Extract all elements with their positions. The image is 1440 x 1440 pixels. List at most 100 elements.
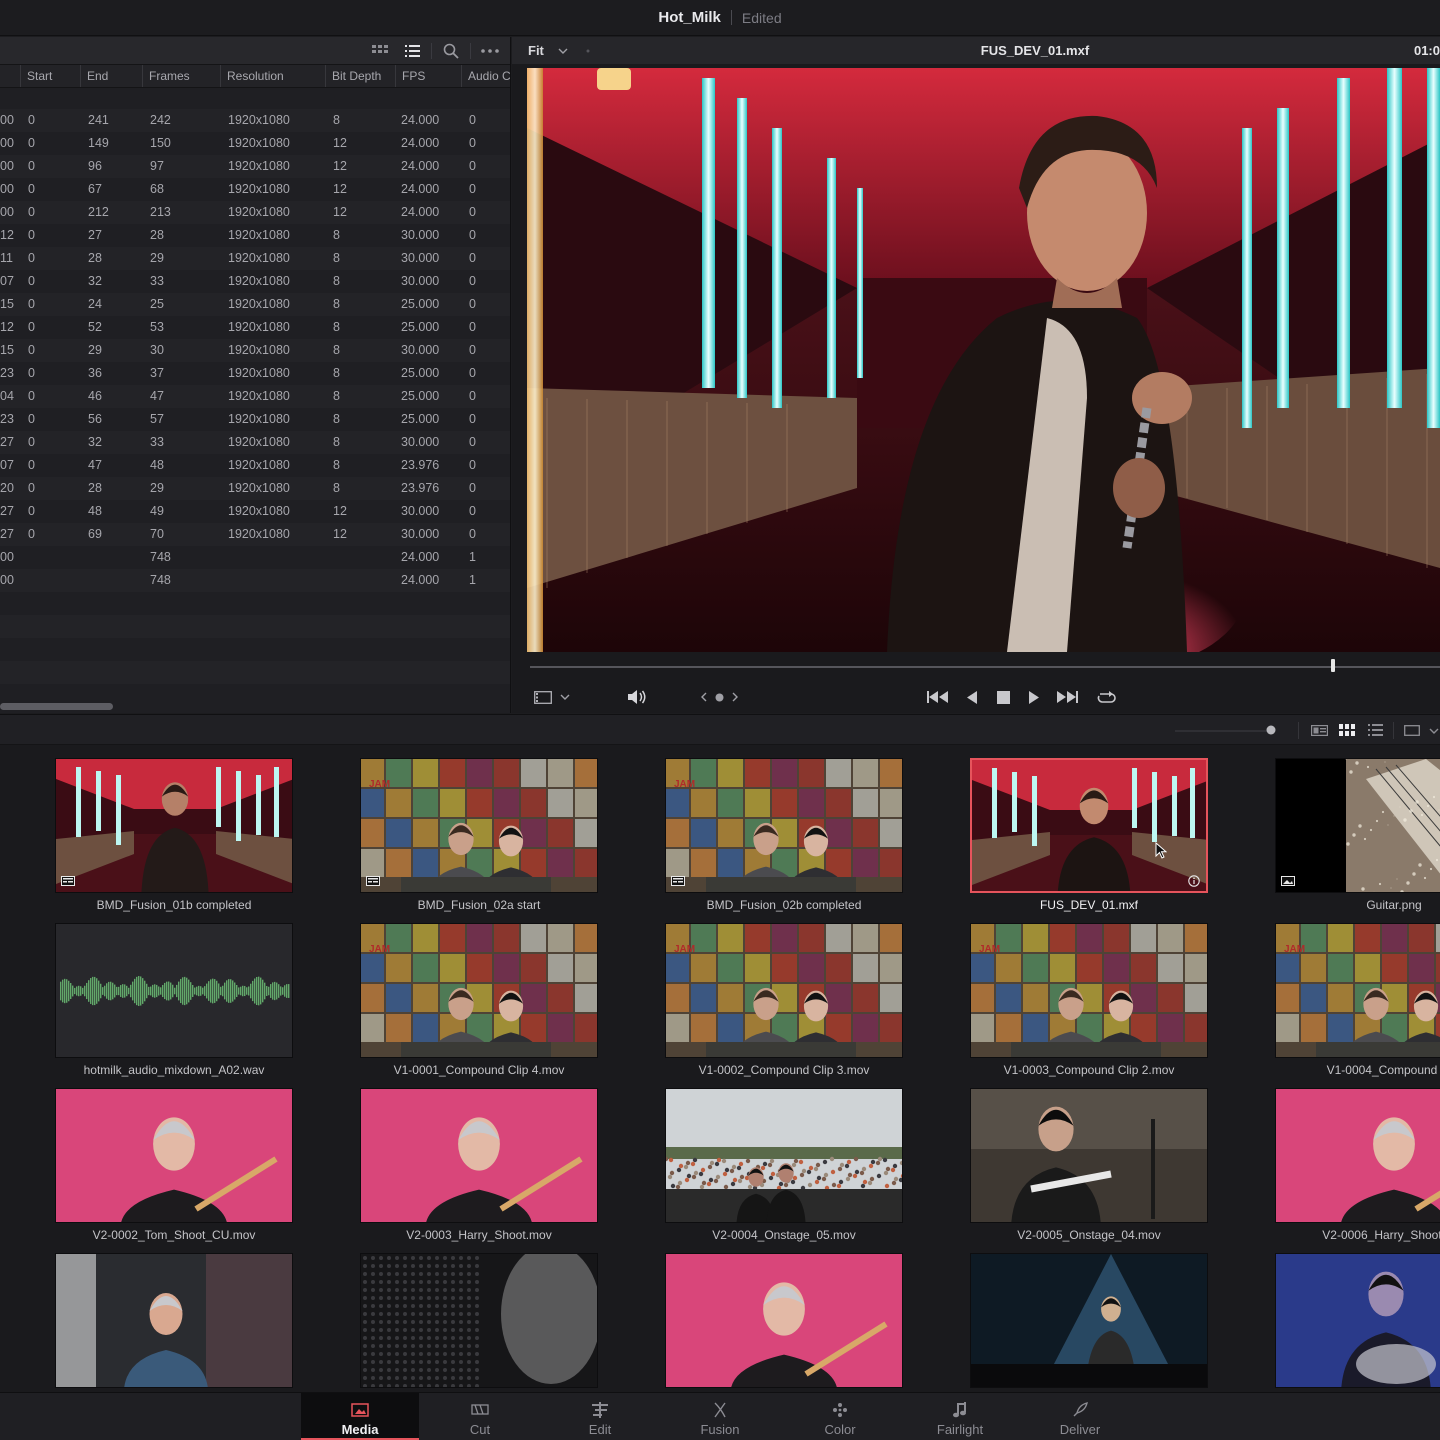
clip-thumbnail[interactable]: [665, 1253, 903, 1388]
scrubber-playhead[interactable]: [1330, 659, 1335, 672]
table-row[interactable]: 12 0 27 28 1920x1080 8 30.000 0: [0, 224, 510, 247]
column-header-end[interactable]: End: [80, 65, 142, 87]
table-row[interactable]: 11 0 28 29 1920x1080 8 30.000 0: [0, 247, 510, 270]
list-view-icon[interactable]: [1368, 724, 1383, 736]
clip-thumbnail[interactable]: [55, 758, 293, 893]
page-tab-deliver[interactable]: Deliver: [1021, 1393, 1139, 1440]
clip-thumbnail[interactable]: [665, 1088, 903, 1223]
clip-thumbnail[interactable]: JAM: [970, 923, 1208, 1058]
chevron-left-icon[interactable]: [700, 692, 707, 702]
jump-to-start-icon[interactable]: [925, 682, 951, 712]
column-header-frames[interactable]: Frames: [142, 65, 220, 87]
table-row[interactable]: 00 0 212 213 1920x1080 12 24.000 0: [0, 201, 510, 224]
media-clip[interactable]: [1275, 1253, 1440, 1392]
table-row[interactable]: 20 0 28 29 1920x1080 8 23.976 0: [0, 477, 510, 500]
viewer-layout-icon[interactable]: [1404, 725, 1420, 736]
media-clip[interactable]: V2-0006_Harry_Shoot_CU: [1275, 1088, 1440, 1242]
play-icon[interactable]: [1024, 682, 1044, 712]
media-clip[interactable]: JAM V1-0001_Compound Clip 4.mov: [360, 923, 598, 1077]
clip-thumbnail[interactable]: [55, 1253, 293, 1388]
clip-thumbnail[interactable]: JAM: [665, 923, 903, 1058]
page-tab-fairlight[interactable]: Fairlight: [901, 1393, 1019, 1440]
chevron-down-icon[interactable]: [1429, 728, 1439, 734]
clip-thumbnail[interactable]: [970, 758, 1208, 893]
thumbnail-size-slider[interactable]: [1175, 730, 1275, 732]
viewer-frame[interactable]: [527, 68, 1440, 652]
search-icon[interactable]: [438, 40, 464, 62]
page-tab-color[interactable]: Color: [781, 1393, 899, 1440]
clip-thumbnail[interactable]: [970, 1088, 1208, 1223]
media-clip[interactable]: [360, 1253, 598, 1392]
media-clip[interactable]: JAM V1-0002_Compound Clip 3.mov: [665, 923, 903, 1077]
clip-thumbnail[interactable]: [360, 1253, 598, 1388]
clip-thumbnail[interactable]: JAM: [1275, 923, 1440, 1058]
table-row[interactable]: 00 748 24.000 1: [0, 569, 510, 592]
media-clip[interactable]: hotmilk_audio_mixdown_A02.wav: [55, 923, 293, 1077]
column-header-fps[interactable]: FPS: [395, 65, 461, 87]
jump-to-end-icon[interactable]: [1054, 682, 1080, 712]
table-row[interactable]: 04 0 46 47 1920x1080 8 25.000 0: [0, 385, 510, 408]
chevron-right-icon[interactable]: [732, 692, 738, 702]
table-row[interactable]: 07 0 47 48 1920x1080 8 23.976 0: [0, 454, 510, 477]
table-row[interactable]: 23 0 56 57 1920x1080 8 25.000 0: [0, 408, 510, 431]
page-tab-edit[interactable]: Edit: [541, 1393, 659, 1440]
media-clip[interactable]: BMD_Fusion_01b completed: [55, 758, 293, 912]
media-clip[interactable]: JAM V1-0003_Compound Clip 2.mov: [970, 923, 1208, 1077]
page-tab-media[interactable]: Media: [301, 1393, 419, 1440]
column-header-audio-ch[interactable]: Audio Ch: [461, 65, 510, 87]
clip-thumbnail[interactable]: JAM: [360, 758, 598, 893]
table-row[interactable]: 12 0 52 53 1920x1080 8 25.000 0: [0, 316, 510, 339]
scrubber-track[interactable]: [530, 666, 1440, 668]
table-row[interactable]: 07 0 32 33 1920x1080 8 30.000 0: [0, 270, 510, 293]
clip-thumbnail[interactable]: [1275, 1088, 1440, 1223]
clip-thumbnail[interactable]: [360, 1088, 598, 1223]
loop-icon[interactable]: [1093, 682, 1119, 712]
clip-thumbnail[interactable]: [1275, 758, 1440, 893]
media-clip[interactable]: Guitar.png: [1275, 758, 1440, 912]
clip-thumbnail[interactable]: [1275, 1253, 1440, 1388]
table-row[interactable]: 27 0 32 33 1920x1080 8 30.000 0: [0, 431, 510, 454]
table-row[interactable]: 23 0 36 37 1920x1080 8 25.000 0: [0, 362, 510, 385]
media-clip[interactable]: [665, 1253, 903, 1392]
table-row[interactable]: 27 0 69 70 1920x1080 12 30.000 0: [0, 523, 510, 546]
more-options-icon[interactable]: [477, 40, 503, 62]
media-clip[interactable]: [970, 1253, 1208, 1392]
clip-thumbnail[interactable]: JAM: [360, 923, 598, 1058]
horizontal-scrollbar[interactable]: [0, 703, 113, 710]
stop-icon[interactable]: [992, 682, 1014, 712]
media-clip[interactable]: JAM BMD_Fusion_02a start: [360, 758, 598, 912]
media-clip[interactable]: V2-0003_Harry_Shoot.mov: [360, 1088, 598, 1242]
metadata-view-icon[interactable]: [1311, 725, 1328, 736]
table-row[interactable]: 00 0 96 97 1920x1080 12 24.000 0: [0, 155, 510, 178]
table-row[interactable]: 15 0 24 25 1920x1080 8 25.000 0: [0, 293, 510, 316]
page-tab-cut[interactable]: Cut: [421, 1393, 539, 1440]
thumbnail-view-icon[interactable]: [367, 40, 393, 62]
clip-thumbnail[interactable]: JAM: [665, 758, 903, 893]
column-header-bit-depth[interactable]: Bit Depth: [325, 65, 395, 87]
info-icon[interactable]: [1188, 875, 1200, 887]
table-row[interactable]: 00 0 149 150 1920x1080 12 24.000 0: [0, 132, 510, 155]
media-clip[interactable]: V2-0002_Tom_Shoot_CU.mov: [55, 1088, 293, 1242]
column-header-start[interactable]: Start: [20, 65, 80, 87]
viewer-mode-dropdown[interactable]: [532, 682, 572, 712]
thumbnail-view-icon[interactable]: [1339, 724, 1355, 736]
media-clip[interactable]: JAM BMD_Fusion_02b completed: [665, 758, 903, 912]
table-row[interactable]: 00 0 67 68 1920x1080 12 24.000 0: [0, 178, 510, 201]
play-reverse-icon[interactable]: [962, 682, 982, 712]
page-tab-fusion[interactable]: Fusion: [661, 1393, 779, 1440]
clip-thumbnail[interactable]: [55, 923, 293, 1058]
column-header-resolution[interactable]: Resolution: [220, 65, 325, 87]
list-view-icon[interactable]: [399, 40, 425, 62]
slider-knob-icon[interactable]: [1266, 725, 1276, 735]
table-row[interactable]: 15 0 29 30 1920x1080 8 30.000 0: [0, 339, 510, 362]
table-row[interactable]: 00 748 24.000 1: [0, 546, 510, 569]
table-row[interactable]: 27 0 48 49 1920x1080 12 30.000 0: [0, 500, 510, 523]
media-clip[interactable]: [55, 1253, 293, 1392]
media-clip[interactable]: V2-0004_Onstage_05.mov: [665, 1088, 903, 1242]
table-row[interactable]: 00 0 241 242 1920x1080 8 24.000 0: [0, 109, 510, 132]
media-clip[interactable]: FUS_DEV_01.mxf: [970, 758, 1208, 912]
clip-thumbnail[interactable]: [55, 1088, 293, 1223]
clip-thumbnail[interactable]: [970, 1253, 1208, 1388]
media-clip[interactable]: V2-0005_Onstage_04.mov: [970, 1088, 1208, 1242]
clip-navigation[interactable]: [695, 682, 743, 712]
